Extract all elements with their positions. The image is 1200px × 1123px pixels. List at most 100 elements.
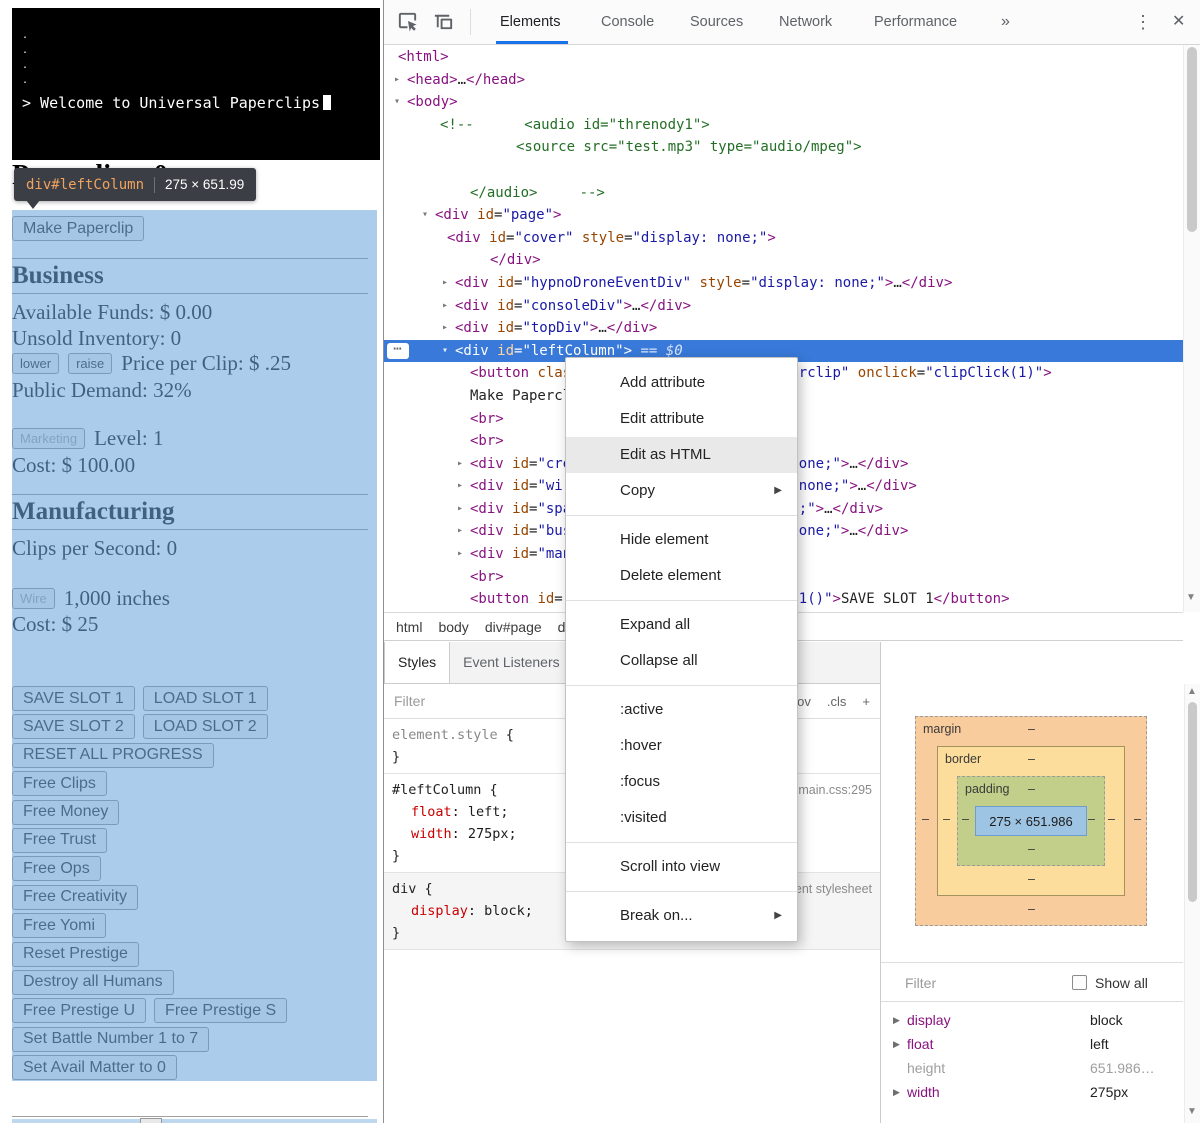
breadcrumb-body[interactable]: body xyxy=(438,619,468,635)
padding-left-value[interactable]: – xyxy=(962,812,969,826)
scroll-up-icon[interactable]: ▲ xyxy=(1187,686,1197,697)
collapse-arrow-icon[interactable]: ▾ xyxy=(422,204,428,227)
box-model-content[interactable]: 275 × 651.986 xyxy=(975,806,1087,836)
save-slot-1-button[interactable]: SAVE SLOT 1 xyxy=(12,686,135,711)
make-paperclip-button[interactable]: Make Paperclip xyxy=(12,216,144,241)
context-menu-item-expand-all[interactable]: Expand all xyxy=(566,607,797,643)
tree-row[interactable] xyxy=(384,159,1183,182)
computed-property-height[interactable]: height651.986… xyxy=(881,1056,1183,1080)
expand-arrow-icon[interactable]: ▸ xyxy=(457,498,463,521)
expand-arrow-icon[interactable]: ▸ xyxy=(442,295,448,318)
set-avail-matter-to-0-button[interactable]: Set Avail Matter to 0 xyxy=(12,1055,177,1080)
set-battle-number-1-to-7-button[interactable]: Set Battle Number 1 to 7 xyxy=(12,1027,209,1052)
border-bottom-value[interactable]: – xyxy=(1028,872,1035,886)
context-menu-item-focus[interactable]: :focus xyxy=(566,764,797,800)
expand-arrow-icon[interactable]: ▸ xyxy=(442,272,448,295)
expand-arrow-icon[interactable]: ▸ xyxy=(442,317,448,340)
context-menu-item-collapse-all[interactable]: Collapse all xyxy=(566,643,797,679)
devtools-tab-network[interactable]: Network xyxy=(779,0,832,44)
wire-button[interactable]: Wire xyxy=(12,588,55,609)
padding-bottom-value[interactable]: – xyxy=(1028,842,1035,856)
free-yomi-button[interactable]: Free Yomi xyxy=(12,913,106,938)
expand-arrow-icon[interactable]: ▶ xyxy=(893,1008,900,1032)
devtools-tab-sources[interactable]: Sources xyxy=(690,0,743,44)
free-trust-button[interactable]: Free Trust xyxy=(12,828,107,853)
collapse-arrow-icon[interactable]: ▾ xyxy=(394,91,400,114)
styles-filter-input[interactable]: Filter xyxy=(394,693,425,709)
expand-arrow-icon[interactable]: ▸ xyxy=(457,520,463,543)
padding-right-value[interactable]: – xyxy=(1088,812,1095,826)
margin-right-value[interactable]: – xyxy=(1134,812,1141,826)
free-money-button[interactable]: Free Money xyxy=(12,800,119,825)
computed-property-float[interactable]: ▶floatleft xyxy=(881,1032,1183,1056)
margin-bottom-value[interactable]: – xyxy=(1028,902,1035,916)
free-creativity-button[interactable]: Free Creativity xyxy=(12,885,138,910)
context-menu-item-break-on[interactable]: Break on...▶ xyxy=(566,898,797,934)
more-tabs-button[interactable]: » xyxy=(1001,0,1010,44)
free-clips-button[interactable]: Free Clips xyxy=(12,771,107,796)
load-slot-1-button[interactable]: LOAD SLOT 1 xyxy=(143,686,268,711)
elements-scrollbar-thumb[interactable] xyxy=(1187,47,1197,232)
save-slot-2-button[interactable]: SAVE SLOT 2 xyxy=(12,714,135,739)
tree-row[interactable]: </audio> --> xyxy=(384,182,1183,205)
scroll-down-icon[interactable]: ▼ xyxy=(1186,592,1196,603)
expand-arrow-icon[interactable]: ▸ xyxy=(457,543,463,566)
raise-price-button[interactable]: raise xyxy=(68,353,112,374)
lower-price-button[interactable]: lower xyxy=(12,353,59,374)
tree-row[interactable]: </div> xyxy=(384,249,1183,272)
load-slot-2-button[interactable]: LOAD SLOT 2 xyxy=(143,714,268,739)
computed-filter-input[interactable]: Filter xyxy=(905,963,936,1003)
tree-row[interactable]: ▸<div id="hypnoDroneEventDiv" style="dis… xyxy=(384,272,1183,295)
border-top-value[interactable]: – xyxy=(1028,752,1035,766)
free-prestige-s-button[interactable]: Free Prestige S xyxy=(154,998,287,1023)
padding-top-value[interactable]: – xyxy=(1028,782,1035,796)
devtools-menu-icon[interactable]: ⋮ xyxy=(1134,0,1152,44)
destroy-all-humans-button[interactable]: Destroy all Humans xyxy=(12,970,174,995)
tree-row[interactable]: <div id="cover" style="display: none;"> xyxy=(384,227,1183,250)
border-right-value[interactable]: – xyxy=(1108,812,1115,826)
computed-scrollbar-thumb[interactable] xyxy=(1188,702,1197,902)
context-menu-item-hide-element[interactable]: Hide element xyxy=(566,522,797,558)
devtools-tab-elements[interactable]: Elements xyxy=(500,0,560,44)
expand-arrow-icon[interactable]: ▶ xyxy=(893,1080,900,1104)
show-all-checkbox[interactable] xyxy=(1072,975,1087,990)
context-menu-item-delete-element[interactable]: Delete element xyxy=(566,558,797,594)
expand-arrow-icon[interactable]: ▶ xyxy=(893,1032,900,1056)
reset-prestige-button[interactable]: Reset Prestige xyxy=(12,942,139,967)
marketing-button[interactable]: Marketing xyxy=(12,428,85,449)
free-ops-button[interactable]: Free Ops xyxy=(12,856,101,881)
computed-property-width[interactable]: ▶width275px xyxy=(881,1080,1183,1104)
computed-property-display[interactable]: ▶displayblock xyxy=(881,1008,1183,1032)
tree-row[interactable]: ▾<div id="page"> xyxy=(384,204,1183,227)
collapse-arrow-icon[interactable]: ▾ xyxy=(442,340,448,363)
tree-row[interactable]: ▸<div id="topDiv">…</div> xyxy=(384,317,1183,340)
node-menu-button[interactable]: ⋯ xyxy=(387,343,409,359)
context-menu-item-copy[interactable]: Copy▶ xyxy=(566,473,797,509)
free-prestige-u-button[interactable]: Free Prestige U xyxy=(12,998,146,1023)
expand-arrow-icon[interactable]: ▸ xyxy=(457,475,463,498)
context-menu-item-hover[interactable]: :hover xyxy=(566,728,797,764)
breadcrumb-div-page[interactable]: div#page xyxy=(485,619,542,635)
tree-row[interactable]: <html> xyxy=(384,46,1183,69)
devtools-close-icon[interactable]: ✕ xyxy=(1172,0,1185,44)
expand-arrow-icon[interactable]: ▸ xyxy=(457,453,463,476)
context-menu-item-edit-attribute[interactable]: Edit attribute xyxy=(566,401,797,437)
cls-toggle-button[interactable]: .cls xyxy=(827,694,847,709)
devtools-tab-console[interactable]: Console xyxy=(601,0,654,44)
tree-row[interactable]: ▸<head>…</head> xyxy=(384,69,1183,92)
context-menu-item-active[interactable]: :active xyxy=(566,692,797,728)
sidebar-tab-event-listeners[interactable]: Event Listeners xyxy=(450,642,573,683)
scroll-down-icon[interactable]: ▼ xyxy=(1187,1106,1197,1117)
tree-row[interactable]: ▸<div id="consoleDiv">…</div> xyxy=(384,295,1183,318)
expand-arrow-icon[interactable]: ▸ xyxy=(394,69,400,92)
tree-row[interactable]: <!-- <audio id="threnody1"> xyxy=(384,114,1183,137)
tree-row[interactable]: ▾<body> xyxy=(384,91,1183,114)
new-style-rule-button[interactable]: + xyxy=(862,694,870,709)
margin-top-value[interactable]: – xyxy=(1028,722,1035,736)
margin-left-value[interactable]: – xyxy=(922,812,929,826)
sidebar-tab-styles[interactable]: Styles xyxy=(384,642,450,683)
context-menu-item-edit-as-html[interactable]: Edit as HTML xyxy=(566,437,797,473)
reset-all-progress-button[interactable]: RESET ALL PROGRESS xyxy=(12,743,214,768)
devtools-tab-performance[interactable]: Performance xyxy=(874,0,957,44)
tree-row[interactable]: <source src="test.mp3" type="audio/mpeg"… xyxy=(384,136,1183,159)
